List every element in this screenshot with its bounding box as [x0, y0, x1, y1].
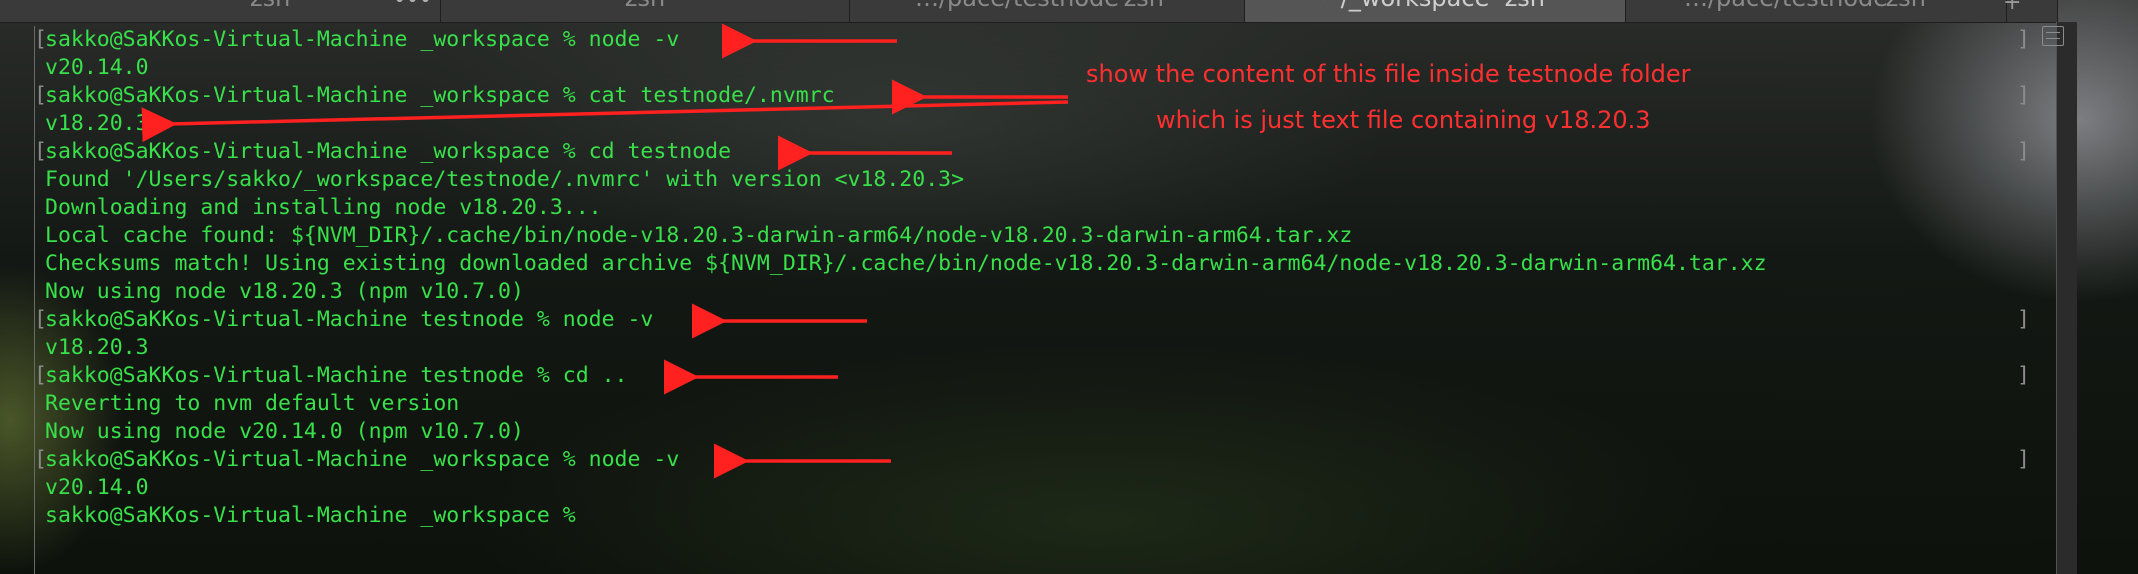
- annotation-arrows: [141, 23, 1069, 479]
- arrow-3: [141, 100, 1069, 143]
